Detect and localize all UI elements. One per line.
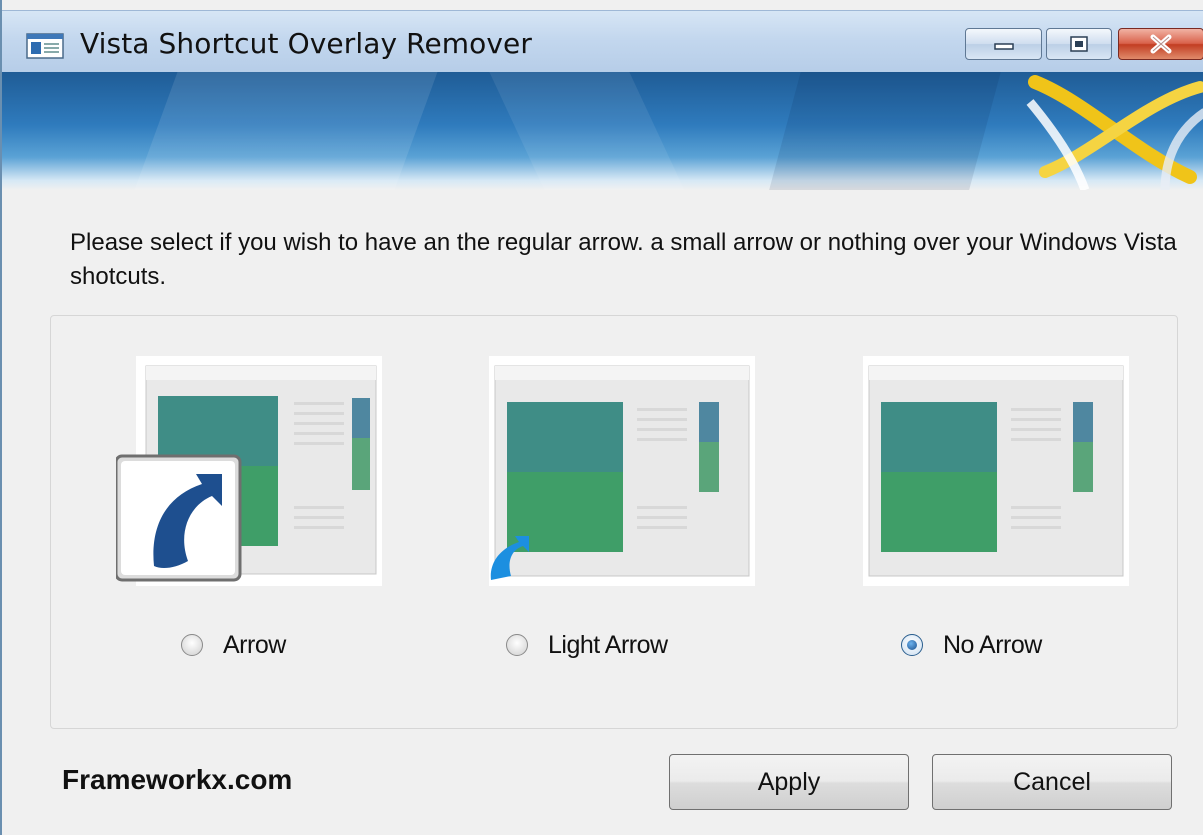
radio-arrow[interactable] — [181, 634, 203, 656]
dialog-window: Vista Shortcut Overlay Remover Please se… — [0, 0, 1203, 835]
title-bar[interactable]: Vista Shortcut Overlay Remover — [2, 10, 1203, 73]
option-light-arrow-label[interactable]: Light Arrow — [548, 631, 668, 660]
cancel-button[interactable]: Cancel — [932, 754, 1172, 810]
close-button[interactable] — [1118, 28, 1203, 60]
header-banner — [2, 72, 1203, 190]
preview-no-arrow-image — [863, 356, 1129, 586]
apply-button[interactable]: Apply — [669, 754, 909, 810]
shortcut-arrow-icon — [116, 454, 242, 582]
maximize-icon — [1070, 36, 1088, 52]
option-no-arrow-label[interactable]: No Arrow — [943, 631, 1042, 660]
frameworkx-logo-icon — [1026, 75, 1203, 190]
close-icon — [1150, 34, 1172, 54]
maximize-button[interactable] — [1046, 28, 1112, 60]
minimize-icon — [993, 43, 1014, 50]
window-title: Vista Shortcut Overlay Remover — [80, 27, 532, 60]
overlay-options-group: Arrow Light Arrow No Arrow — [50, 315, 1178, 729]
brand-link: Frameworkx.com — [62, 764, 293, 795]
radio-no-arrow[interactable] — [901, 634, 923, 656]
option-arrow-label[interactable]: Arrow — [223, 631, 286, 660]
instruction-text: Please select if you wish to have an the… — [70, 229, 1177, 290]
preview-light-arrow-image — [489, 356, 755, 586]
minimize-button[interactable] — [965, 28, 1042, 60]
option-arrow[interactable]: Arrow — [181, 628, 286, 662]
option-no-arrow[interactable]: No Arrow — [901, 628, 1042, 662]
app-icon — [26, 33, 64, 59]
preview-arrow-image — [116, 356, 382, 586]
radio-light-arrow[interactable] — [506, 634, 528, 656]
option-light-arrow[interactable]: Light Arrow — [506, 628, 668, 662]
